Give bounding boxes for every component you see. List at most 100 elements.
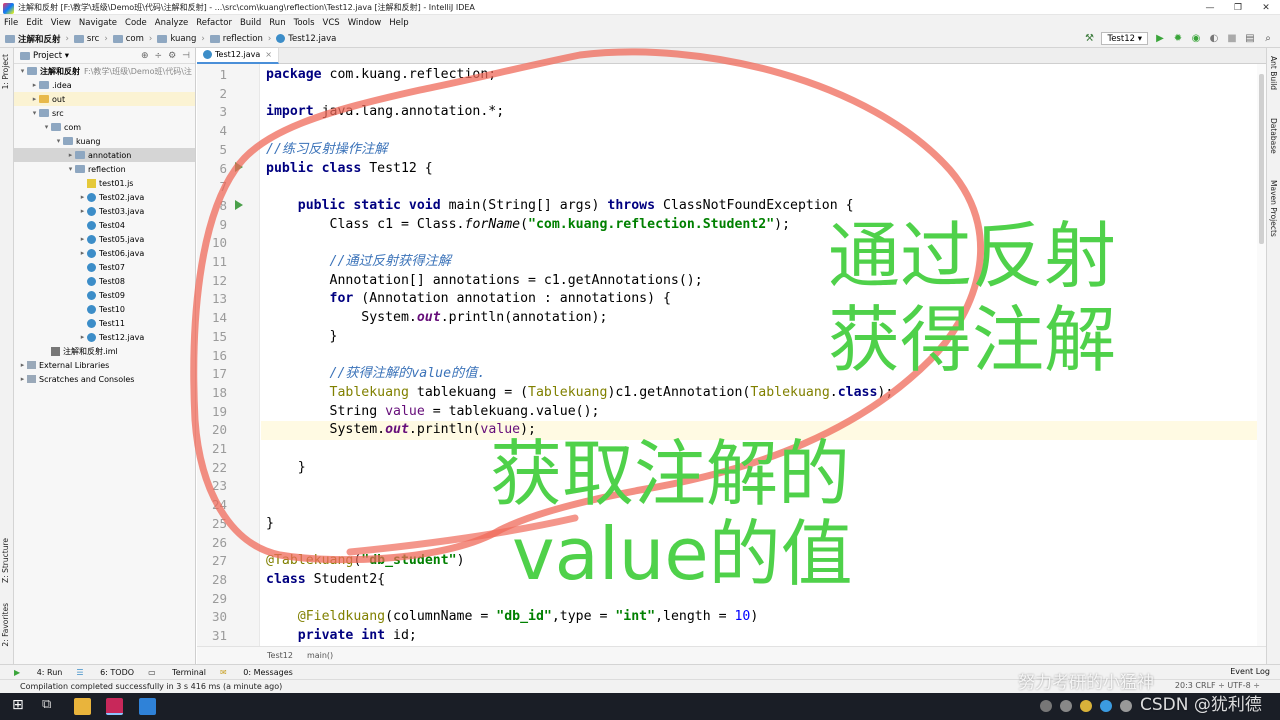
todo-tool-button[interactable]: ☰ 6: TODO <box>76 668 134 677</box>
breadcrumb-kuang[interactable]: kuang › <box>157 34 205 44</box>
tab-test12[interactable]: Test12.java × <box>197 47 279 64</box>
close-icon[interactable]: ✕ <box>1252 0 1280 15</box>
stop-icon[interactable]: ■ <box>1226 33 1238 45</box>
editor-crumb-method[interactable]: main() <box>307 651 333 660</box>
breadcrumb-src[interactable]: src › <box>73 34 108 44</box>
editor-scrollbar[interactable] <box>1257 64 1266 646</box>
tree-item[interactable]: ▾ kuang <box>14 134 195 148</box>
tree-item[interactable]: Test10 <box>14 302 195 316</box>
gear-icon[interactable]: ⚙ <box>168 51 176 61</box>
tree-item[interactable]: ▸ Test02.java <box>14 190 195 204</box>
chevron-right-icon[interactable]: ▸ <box>66 151 75 159</box>
ant-build-tool-tab[interactable]: Ant Build <box>1269 56 1278 90</box>
breadcrumb-project[interactable]: 注解和反射 › <box>5 33 69 45</box>
maximize-icon[interactable]: ❐ <box>1224 0 1252 15</box>
menu-vcs[interactable]: VCS <box>323 18 340 28</box>
menu-code[interactable]: Code <box>125 18 147 28</box>
menu-window[interactable]: Window <box>348 18 382 28</box>
tray-icon[interactable] <box>1080 700 1092 712</box>
chevron-down-icon[interactable]: ▾ <box>66 165 75 173</box>
tree-item[interactable]: ▸ Scratches and Consoles <box>14 372 195 386</box>
menu-view[interactable]: View <box>51 18 71 28</box>
tray-icon[interactable] <box>1060 700 1072 712</box>
minimize-icon[interactable]: — <box>1196 0 1224 15</box>
chevron-down-icon[interactable]: ▾ <box>18 67 27 75</box>
tray-icon[interactable] <box>1040 700 1052 712</box>
menu-file[interactable]: File <box>4 18 18 28</box>
run-class-icon[interactable] <box>235 162 243 172</box>
profile-icon[interactable]: ◐ <box>1208 33 1220 45</box>
task-view-icon[interactable]: ⧉ <box>42 697 59 714</box>
tree-item[interactable]: ▾ 注解和反射 F:\教学\班级\Demo班\代码\注 <box>14 64 195 78</box>
project-tool-tab[interactable]: 1: Project <box>1 54 10 89</box>
windows-start-icon[interactable]: ⊞ <box>12 697 29 714</box>
menu-navigate[interactable]: Navigate <box>79 18 117 28</box>
tree-item[interactable]: Test11 <box>14 316 195 330</box>
tree-item[interactable]: ▾ reflection <box>14 162 195 176</box>
structure-tool-tab[interactable]: Z: Structure <box>1 538 10 583</box>
tree-item[interactable]: ▸ External Libraries <box>14 358 195 372</box>
tray-icon[interactable] <box>1120 700 1132 712</box>
tree-item[interactable]: ▸ Test05.java <box>14 232 195 246</box>
breadcrumb-com[interactable]: com › <box>112 34 152 44</box>
scrollbar-thumb[interactable] <box>1259 74 1264 244</box>
tree-item[interactable]: Test04 <box>14 218 195 232</box>
menu-refactor[interactable]: Refactor <box>196 18 232 28</box>
structure-icon[interactable]: ▤ <box>1244 33 1256 45</box>
chevron-down-icon[interactable]: ▾ <box>54 137 63 145</box>
search-icon[interactable]: ⌕ <box>1262 33 1274 45</box>
hide-icon[interactable]: ⊣ <box>182 51 190 61</box>
chevron-right-icon[interactable]: ▸ <box>78 235 87 243</box>
chevron-right-icon[interactable]: ▸ <box>78 333 87 341</box>
tree-item[interactable]: Test09 <box>14 288 195 302</box>
breadcrumb-reflection[interactable]: reflection › <box>209 34 271 44</box>
cursor-position-encoding[interactable]: 20:3 CRLF ÷ UTF-8 ÷ <box>1175 681 1260 690</box>
run-tool-button[interactable]: ▶ 4: Run <box>14 668 62 677</box>
tree-item[interactable]: Test08 <box>14 274 195 288</box>
chevron-down-icon[interactable]: ▾ <box>65 51 69 61</box>
close-tab-icon[interactable]: × <box>265 50 272 59</box>
tree-item[interactable]: ▸ Test12.java <box>14 330 195 344</box>
vscode-taskbar-icon[interactable] <box>139 698 156 715</box>
messages-tool-button[interactable]: ✉ 0: Messages <box>220 668 293 677</box>
tree-item[interactable]: 注解和反射.iml <box>14 344 195 358</box>
favorites-tool-tab[interactable]: 2: Favorites <box>1 603 10 647</box>
menu-edit[interactable]: Edit <box>26 18 42 28</box>
tree-item[interactable]: ▸ Test06.java <box>14 246 195 260</box>
database-tool-tab[interactable]: Database <box>1269 118 1278 154</box>
debug-icon[interactable]: ✹ <box>1172 33 1184 45</box>
chevron-right-icon[interactable]: ▸ <box>18 361 27 369</box>
run-configuration-select[interactable]: Test12 ▾ <box>1101 32 1148 45</box>
intellij-taskbar-icon[interactable] <box>106 698 123 715</box>
menu-analyze[interactable]: Analyze <box>155 18 189 28</box>
chevron-down-icon[interactable]: ▾ <box>42 123 51 131</box>
build-hammer-icon[interactable]: ⚒ <box>1083 33 1095 45</box>
chevron-right-icon[interactable]: ▸ <box>30 81 39 89</box>
menu-build[interactable]: Build <box>240 18 261 28</box>
tree-item[interactable]: ▾ src <box>14 106 195 120</box>
tree-item[interactable]: ▸ annotation <box>14 148 195 162</box>
menu-help[interactable]: Help <box>389 18 408 28</box>
chevron-right-icon[interactable]: ▸ <box>30 95 39 103</box>
tree-item[interactable]: ▸ out <box>14 92 195 106</box>
editor-crumb-class[interactable]: Test12 <box>267 651 293 660</box>
run-main-icon[interactable] <box>235 200 243 210</box>
menu-run[interactable]: Run <box>269 18 285 28</box>
locate-icon[interactable]: ⊕ <box>141 51 149 61</box>
tree-item[interactable]: ▾ com <box>14 120 195 134</box>
tree-item[interactable]: ▸ .idea <box>14 78 195 92</box>
breadcrumb-file[interactable]: Test12.java <box>276 34 336 44</box>
tree-item[interactable]: ▸ Test03.java <box>14 204 195 218</box>
chevron-right-icon[interactable]: ▸ <box>18 375 27 383</box>
maven-tool-tab[interactable]: Maven Projects <box>1269 180 1278 237</box>
run-icon[interactable]: ▶ <box>1154 33 1166 45</box>
file-explorer-icon[interactable] <box>74 698 91 715</box>
chevron-right-icon[interactable]: ▸ <box>78 207 87 215</box>
chevron-right-icon[interactable]: ▸ <box>78 249 87 257</box>
tray-icon[interactable] <box>1100 700 1112 712</box>
chevron-right-icon[interactable]: ▸ <box>78 193 87 201</box>
code-editor[interactable]: package com.kuang.reflection; import jav… <box>261 64 1266 646</box>
chevron-down-icon[interactable]: ▾ <box>30 109 39 117</box>
collapse-icon[interactable]: ÷ <box>155 51 163 61</box>
menu-tools[interactable]: Tools <box>294 18 315 28</box>
